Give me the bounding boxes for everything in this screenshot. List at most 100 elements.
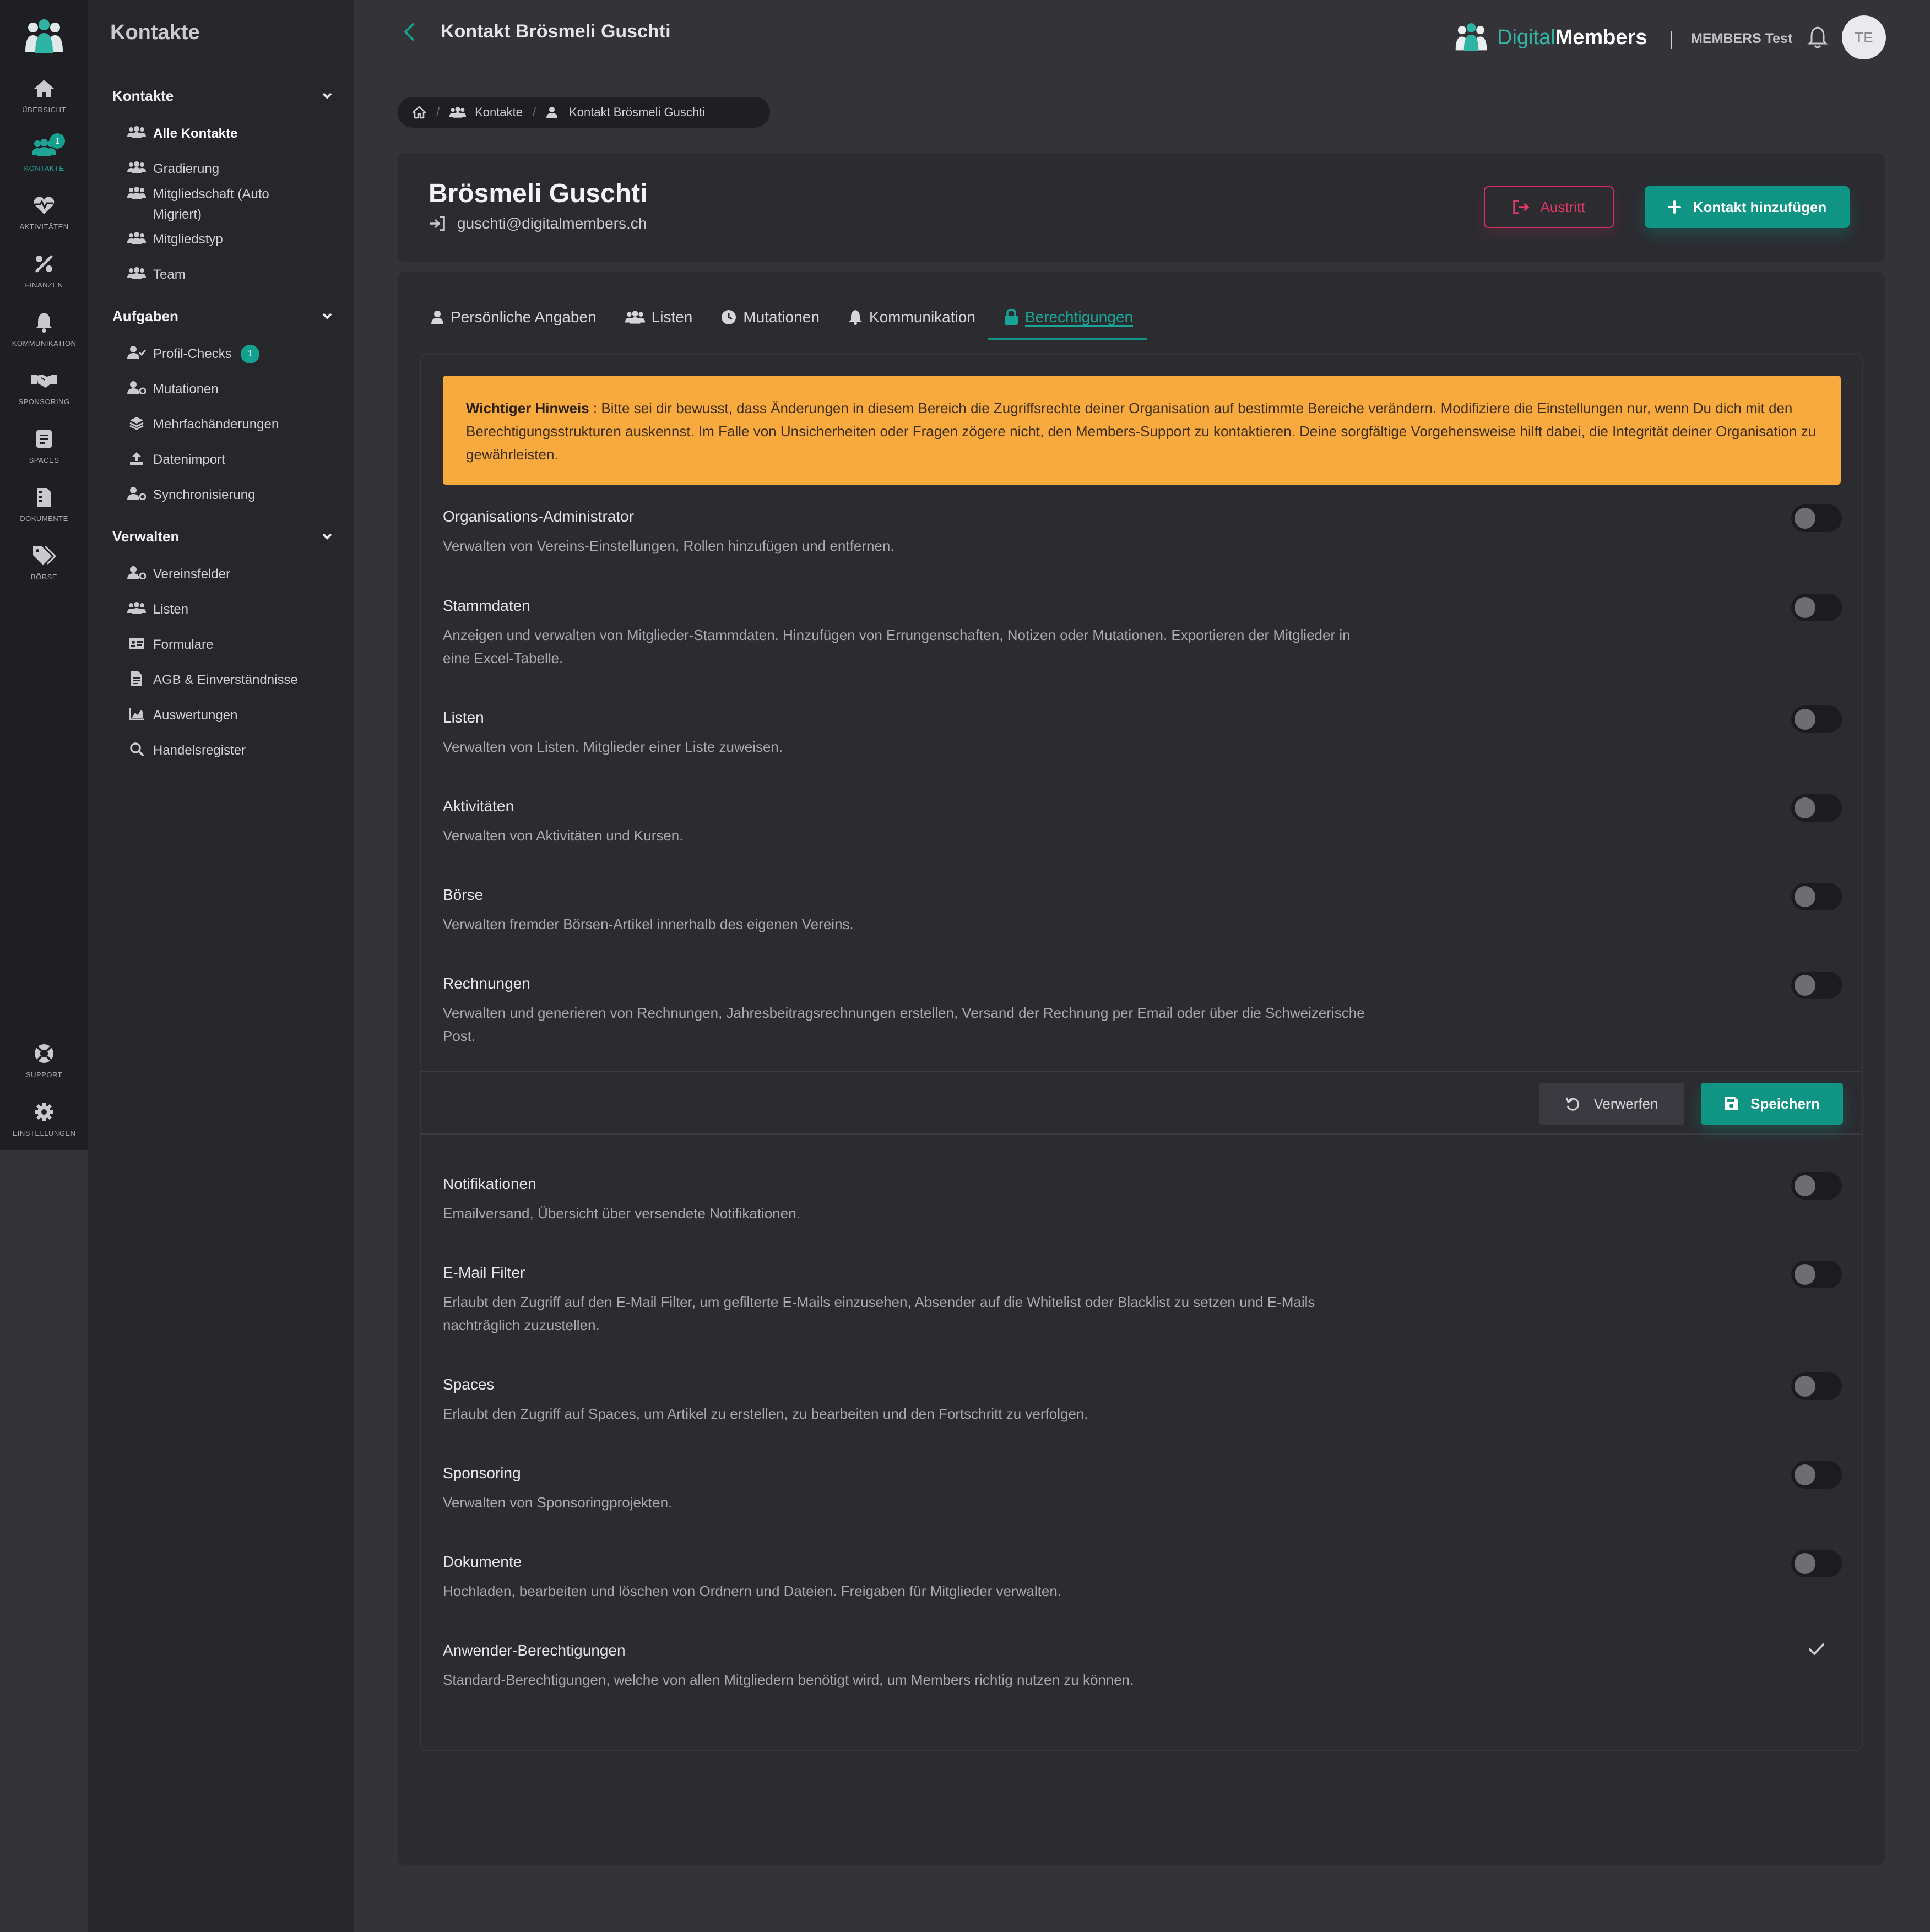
permission-toggle[interactable] bbox=[1791, 594, 1842, 621]
permission-description: Verwalten von Vereins-Einstellungen, Rol… bbox=[443, 538, 894, 554]
tab-bar: Persönliche Angaben Listen Mutationen Ko… bbox=[431, 301, 1162, 340]
sidebar-item-vereinsfelder[interactable]: Vereinsfelder bbox=[127, 564, 330, 584]
users-icon bbox=[625, 311, 645, 324]
permission-row-email-filter: E-Mail Filter Erlaubt den Zugriff auf de… bbox=[443, 1261, 1842, 1337]
rail-label: KOMMUNIKATION bbox=[12, 339, 77, 348]
permission-toggle[interactable] bbox=[1791, 705, 1842, 733]
rail-item-einstellungen[interactable]: EINSTELLUNGEN bbox=[0, 1099, 88, 1152]
breadcrumb: / Kontakte / Kontakt Brösmeli Guschti bbox=[398, 97, 770, 128]
tab-kommunikation[interactable]: Kommunikation bbox=[848, 301, 975, 334]
sidebar-item-mitgliedstyp[interactable]: Mitgliedstyp bbox=[127, 229, 330, 249]
rail-label: DOKUMENTE bbox=[20, 514, 68, 523]
rail-item-finanzen[interactable]: FINANZEN bbox=[0, 251, 88, 304]
floppy-disk-icon bbox=[1725, 1097, 1738, 1110]
back-arrow-icon[interactable] bbox=[399, 21, 421, 43]
breadcrumb-home[interactable] bbox=[412, 106, 426, 119]
handshake-icon bbox=[31, 368, 57, 393]
sidebar-item-label: Mutationen bbox=[153, 382, 219, 397]
permission-row-boerse: Börse Verwalten fremder Börsen-Artikel i… bbox=[443, 883, 1842, 936]
permission-row-dokumente: Dokumente Hochladen, bearbeiten und lösc… bbox=[443, 1550, 1842, 1603]
permission-toggle[interactable] bbox=[1791, 504, 1842, 532]
discard-button[interactable]: Verwerfen bbox=[1539, 1083, 1684, 1125]
sidebar-item-team[interactable]: Team bbox=[127, 264, 330, 285]
tab-berechtigungen[interactable]: Berechtigungen bbox=[987, 301, 1148, 340]
permission-toggle[interactable] bbox=[1791, 972, 1842, 999]
section-title: Aufgaben bbox=[112, 307, 178, 324]
contact-email[interactable]: guschti@digitalmembers.ch bbox=[429, 215, 647, 232]
permission-row-organisations-administrator: Organisations-Administrator Verwalten vo… bbox=[443, 504, 1842, 557]
permission-title: Notifikationen bbox=[443, 1175, 536, 1192]
rail-item-uebersicht[interactable]: ÜBERSICHT bbox=[0, 76, 88, 129]
sidebar-item-formulare[interactable]: Formulare bbox=[127, 634, 330, 655]
sidebar-item-datenimport[interactable]: Datenimport bbox=[127, 449, 330, 470]
permission-description: Hochladen, bearbeiten und löschen von Or… bbox=[443, 1583, 1062, 1599]
permission-toggle[interactable] bbox=[1791, 1372, 1842, 1400]
permission-row-sponsoring: Sponsoring Verwalten von Sponsoringproje… bbox=[443, 1461, 1842, 1514]
save-button[interactable]: Speichern bbox=[1701, 1083, 1843, 1125]
permission-toggle[interactable] bbox=[1791, 1172, 1842, 1200]
sidebar-item-synchronisierung[interactable]: Synchronisierung bbox=[127, 485, 330, 505]
add-contact-button[interactable]: Kontakt hinzufügen bbox=[1645, 186, 1850, 228]
sidebar-item-auswertungen[interactable]: Auswertungen bbox=[127, 705, 330, 725]
sidebar-item-gradierung[interactable]: Gradierung bbox=[127, 159, 330, 179]
main-card: Persönliche Angaben Listen Mutationen Ko… bbox=[398, 272, 1885, 1865]
file-icon bbox=[127, 670, 147, 687]
contact-name: Brösmeli Guschti bbox=[429, 179, 648, 208]
tab-persoenliche-angaben[interactable]: Persönliche Angaben bbox=[431, 301, 597, 334]
rail-item-dokumente[interactable]: DOKUMENTE bbox=[0, 485, 88, 538]
sidebar-item-label: Profil-Checks bbox=[153, 346, 232, 361]
permission-title: Rechnungen bbox=[443, 975, 530, 992]
permission-title: Sponsoring bbox=[443, 1464, 521, 1481]
user-avatar[interactable]: TE bbox=[1842, 15, 1886, 59]
permission-toggle[interactable] bbox=[1791, 1461, 1842, 1489]
sidebar-item-mutationen[interactable]: Mutationen bbox=[127, 379, 330, 399]
permission-title: Anwender-Berechtigungen bbox=[443, 1642, 626, 1659]
permission-description: Standard-Berechtigungen, welche von alle… bbox=[443, 1671, 1134, 1688]
rail-item-aktivitaeten[interactable]: AKTIVITÄTEN bbox=[0, 193, 88, 246]
tab-label: Mutationen bbox=[743, 308, 820, 325]
exit-button[interactable]: Austritt bbox=[1484, 186, 1614, 228]
permissions-panel: Wichtiger Hinweis : Bitte sei dir bewuss… bbox=[420, 354, 1863, 1751]
sidebar-section-verwalten[interactable]: Verwalten bbox=[112, 524, 333, 549]
upload-icon bbox=[127, 449, 147, 467]
sidebar-item-profil-checks[interactable]: Profil-Checks 1 bbox=[127, 344, 330, 364]
sidebar-item-listen[interactable]: Listen bbox=[127, 599, 330, 620]
sidebar-section-kontakte[interactable]: Kontakte bbox=[112, 84, 333, 108]
search-icon bbox=[127, 740, 147, 758]
tab-label: Berechtigungen bbox=[1024, 308, 1134, 325]
organization-name[interactable]: MEMBERS Test bbox=[1691, 31, 1792, 47]
notification-bell-icon[interactable] bbox=[1807, 25, 1831, 50]
users-icon bbox=[127, 159, 147, 176]
permission-toggle[interactable] bbox=[1791, 1261, 1842, 1288]
user-icon bbox=[431, 311, 443, 324]
sidebar-section-aufgaben[interactable]: Aufgaben bbox=[112, 304, 333, 328]
breadcrumb-kontakte[interactable]: Kontakte bbox=[449, 105, 523, 120]
sidebar-item-label: Handelsregister bbox=[153, 743, 246, 758]
contact-email-text: guschti@digitalmembers.ch bbox=[457, 215, 647, 232]
permission-description: Emailversand, Übersicht über versendete … bbox=[443, 1205, 800, 1222]
sidebar-item-mitgliedschaft[interactable]: Mitgliedschaft (Auto Migriert) bbox=[127, 184, 330, 225]
rail-item-support[interactable]: SUPPORT bbox=[0, 1041, 88, 1094]
permission-toggle[interactable] bbox=[1791, 794, 1842, 822]
tab-listen[interactable]: Listen bbox=[625, 301, 692, 334]
app-logo-icon[interactable] bbox=[21, 19, 67, 54]
rail-item-sponsoring[interactable]: SPONSORING bbox=[0, 368, 88, 421]
sidebar-item-alle-kontakte[interactable]: Alle Kontakte bbox=[127, 123, 330, 144]
permission-toggle[interactable] bbox=[1791, 1550, 1842, 1577]
rail-item-spaces[interactable]: SPACES bbox=[0, 426, 88, 479]
tab-mutationen[interactable]: Mutationen bbox=[721, 301, 820, 334]
rail-item-boerse[interactable]: BÖRSE bbox=[0, 543, 88, 596]
warning-text: : Bitte sei dir bewusst, dass Änderungen… bbox=[466, 400, 1817, 463]
sidebar-item-mehrfachaenderungen[interactable]: Mehrfachänderungen bbox=[127, 414, 330, 435]
toggle-knob bbox=[1795, 975, 1815, 996]
permission-toggle[interactable] bbox=[1791, 883, 1842, 910]
sidebar-item-agb[interactable]: AGB & Einverständnisse bbox=[127, 670, 330, 690]
brand-logo[interactable]: DigitalMembers bbox=[1452, 15, 1647, 59]
rail-item-kommunikation[interactable]: KOMMUNIKATION bbox=[0, 310, 88, 362]
sidebar-title: Kontakte bbox=[110, 21, 200, 44]
sidebar-item-label: Synchronisierung bbox=[153, 487, 256, 502]
tab-label: Persönliche Angaben bbox=[451, 308, 597, 325]
sidebar-item-handelsregister[interactable]: Handelsregister bbox=[127, 740, 330, 761]
rail-item-kontakte[interactable]: 1 KONTAKTE bbox=[0, 133, 88, 187]
sidebar-item-label: Listen bbox=[153, 602, 189, 617]
